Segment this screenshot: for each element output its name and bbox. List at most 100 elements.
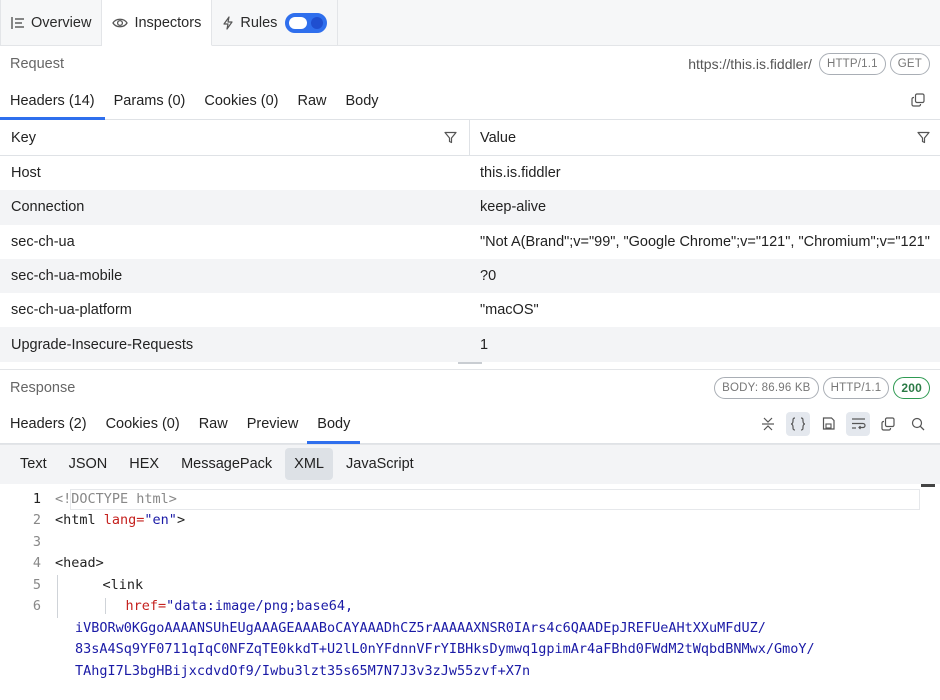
header-key: sec-ch-ua-platform	[11, 302, 132, 319]
panel-splitter[interactable]	[0, 361, 940, 370]
table-row[interactable]: Host this.is.fiddler	[0, 156, 940, 190]
code-text: <head>	[55, 555, 104, 572]
response-protocol-badge: HTTP/1.1	[822, 376, 890, 399]
line-number: 6	[32, 598, 41, 615]
filter-icon[interactable]	[917, 131, 930, 144]
tab-request-body[interactable]: Body	[346, 82, 379, 119]
tab-inspectors[interactable]: Inspectors	[102, 0, 213, 46]
format-tab-xml[interactable]: XML	[285, 448, 333, 481]
code-attr: lang=	[95, 512, 145, 529]
scrollbar[interactable]	[921, 483, 935, 487]
copy-icon[interactable]	[876, 412, 900, 436]
line-number: 2	[32, 512, 41, 529]
request-method-badge: GET	[889, 53, 930, 75]
response-body-size-badge: BODY: 86.96 KB	[714, 376, 819, 399]
code-tag: <html	[55, 512, 96, 529]
tab-rules[interactable]: Rules	[212, 0, 339, 45]
table-row[interactable]: Connection keep-alive	[0, 190, 940, 225]
code-wrapped-text: iVBORw0KGgoAAAANSUhEUgAAAGEAAABoCAYAAADh…	[75, 619, 766, 636]
collapse-icon[interactable]	[756, 412, 780, 436]
code-text: <html lang="en">	[55, 510, 185, 532]
code-line: 6 href="data:image/png;base64,	[0, 596, 940, 618]
response-body-code-viewer[interactable]: 1 <!DOCTYPE html> 2 <html lang="en"> 3 4…	[0, 483, 940, 683]
tab-request-cookies[interactable]: Cookies (0)	[204, 82, 278, 119]
tab-response-body[interactable]: Body	[307, 406, 361, 444]
tab-inspectors-label: Inspectors	[134, 14, 202, 31]
header-value: "Not A(Brand";v="99", "Google Chrome";v=…	[480, 233, 930, 250]
header-value: keep-alive	[480, 199, 547, 216]
code-line: 3	[0, 532, 940, 554]
value-column-header[interactable]: Value	[470, 120, 940, 155]
code-line: 2 <html lang="en">	[0, 510, 940, 532]
table-row[interactable]: sec-ch-ua-mobile ?0	[0, 258, 940, 294]
response-title: Response	[10, 379, 76, 396]
tab-response-cookies[interactable]: Cookies (0)	[106, 406, 180, 443]
filter-icon[interactable]	[444, 131, 457, 144]
format-tab-javascript[interactable]: JavaScript	[337, 448, 423, 480]
format-tab-text[interactable]: Text	[11, 448, 56, 480]
code-text: href="data:image/png;base64,	[57, 596, 354, 618]
tab-response-headers[interactable]: Headers (2)	[10, 406, 87, 443]
request-headers-table: Key Value Host this.is.fiddler Connection…	[0, 120, 940, 362]
header-key: Upgrade-Insecure-Requests	[11, 336, 194, 353]
code-attr: href=	[125, 598, 167, 615]
table-row[interactable]: sec-ch-ua "Not A(Brand";v="99", "Google C…	[0, 225, 940, 259]
tab-rules-label: Rules	[240, 14, 278, 31]
value-header-label: Value	[480, 129, 517, 146]
wrap-lines-icon[interactable]	[846, 411, 870, 436]
format-tab-hex[interactable]: HEX	[120, 448, 168, 480]
table-header: Key Value	[0, 120, 940, 156]
table-row[interactable]: Upgrade-Insecure-Requests 1	[0, 327, 940, 362]
header-key: sec-ch-ua-mobile	[11, 268, 123, 285]
bolt-icon	[222, 15, 234, 30]
copy-icon[interactable]	[906, 88, 930, 112]
header-key: Connection	[11, 199, 85, 216]
key-header-label: Key	[11, 129, 36, 146]
code-line: 1 <!DOCTYPE html>	[0, 489, 940, 511]
tab-request-raw[interactable]: Raw	[297, 82, 326, 119]
line-number: 5	[32, 576, 41, 593]
overview-icon	[11, 16, 25, 29]
line-number: 3	[32, 533, 41, 550]
tab-response-preview[interactable]: Preview	[247, 406, 299, 443]
code-line: 4 <head>	[0, 553, 940, 575]
response-header: Response BODY: 86.96 KB HTTP/1.1 200	[0, 370, 940, 406]
code-wrapped-text: 83sA4Sq9YF0711qIqC0NFZqTE0kkdT+U2lL0nYFd…	[75, 641, 815, 658]
search-icon[interactable]	[906, 412, 930, 436]
top-tab-bar: Overview Inspectors Rules	[0, 0, 940, 46]
response-subtabs: Headers (2) Cookies (0) Raw Preview Body	[0, 406, 940, 444]
tab-overview[interactable]: Overview	[0, 0, 103, 45]
rules-toggle[interactable]	[285, 12, 328, 33]
key-column-header[interactable]: Key	[0, 120, 470, 155]
eye-icon	[112, 17, 129, 29]
code-wrapped-text: TAhgI7L3bgHBijxcdvdOf9/Iwbu3lzt35s65M7N7…	[75, 662, 531, 679]
tab-request-params[interactable]: Params (0)	[114, 82, 186, 119]
tab-overview-label: Overview	[31, 14, 92, 31]
code-string: "en"	[144, 512, 177, 529]
response-status-badge: 200	[893, 376, 930, 399]
request-header: Request https://this.is.fiddler/ HTTP/1.…	[0, 46, 940, 82]
header-key: sec-ch-ua	[11, 233, 75, 250]
line-number: 1	[32, 490, 41, 507]
code-text: <!DOCTYPE html>	[55, 490, 177, 507]
table-body: Host this.is.fiddler Connection keep-alive…	[0, 156, 940, 362]
request-protocol-badge: HTTP/1.1	[818, 53, 886, 75]
header-value: 1	[480, 336, 489, 353]
code-line: 5 <link	[0, 574, 940, 597]
header-value: ?0	[480, 268, 497, 285]
header-value: this.is.fiddler	[480, 165, 561, 182]
request-subtabs: Headers (14) Params (0) Cookies (0) Raw …	[0, 82, 940, 120]
tab-response-raw[interactable]: Raw	[199, 406, 228, 443]
code-string: "data:image/png;base64,	[166, 598, 354, 615]
request-title: Request	[10, 56, 65, 72]
tab-request-headers[interactable]: Headers (14)	[0, 82, 105, 120]
format-braces-icon[interactable]	[786, 411, 810, 436]
format-tab-json[interactable]: JSON	[60, 448, 117, 480]
save-icon[interactable]	[816, 412, 840, 436]
body-format-tabs: Text JSON HEX MessagePack XML JavaScript	[0, 443, 940, 484]
header-value: "macOS"	[480, 302, 539, 319]
request-url: https://this.is.fiddler/	[688, 56, 812, 72]
table-row[interactable]: sec-ch-ua-platform "macOS"	[0, 293, 940, 327]
format-tab-messagepack[interactable]: MessagePack	[172, 448, 281, 480]
header-key: Host	[11, 165, 41, 182]
